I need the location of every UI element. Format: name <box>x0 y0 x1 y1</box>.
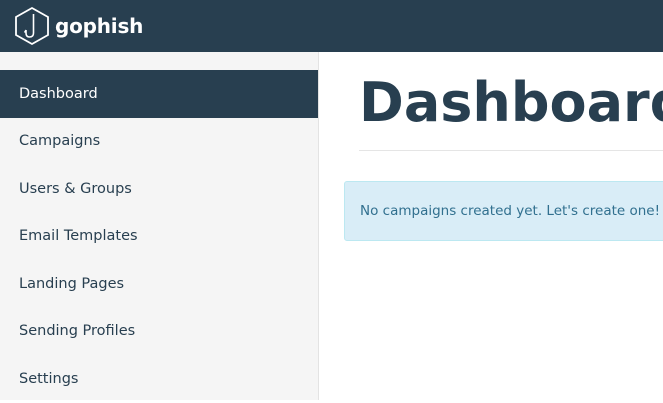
sidebar-item-email-templates[interactable]: Email Templates <box>0 213 318 261</box>
sidebar-item-settings[interactable]: Settings <box>0 355 318 403</box>
page-title: Dashboard <box>359 71 663 134</box>
page-header: Dashboard <box>359 68 663 151</box>
top-navbar: gophish <box>0 0 663 52</box>
brand-link[interactable]: gophish <box>14 6 143 46</box>
sidebar: Dashboard Campaigns Users & Groups Email… <box>0 52 319 400</box>
sidebar-item-campaigns[interactable]: Campaigns <box>0 118 318 166</box>
sidebar-item-sending-profiles[interactable]: Sending Profiles <box>0 308 318 356</box>
sidebar-item-landing-pages[interactable]: Landing Pages <box>0 260 318 308</box>
brand-name: gophish <box>55 14 144 38</box>
hexagon-hook-icon <box>15 6 49 46</box>
sidebar-nav: Dashboard Campaigns Users & Groups Email… <box>0 70 318 403</box>
sidebar-item-dashboard[interactable]: Dashboard <box>0 70 318 118</box>
info-alert: No campaigns created yet. Let's create o… <box>344 181 663 241</box>
main-content: Dashboard No campaigns created yet. Let'… <box>319 52 663 400</box>
sidebar-item-users-groups[interactable]: Users & Groups <box>0 165 318 213</box>
